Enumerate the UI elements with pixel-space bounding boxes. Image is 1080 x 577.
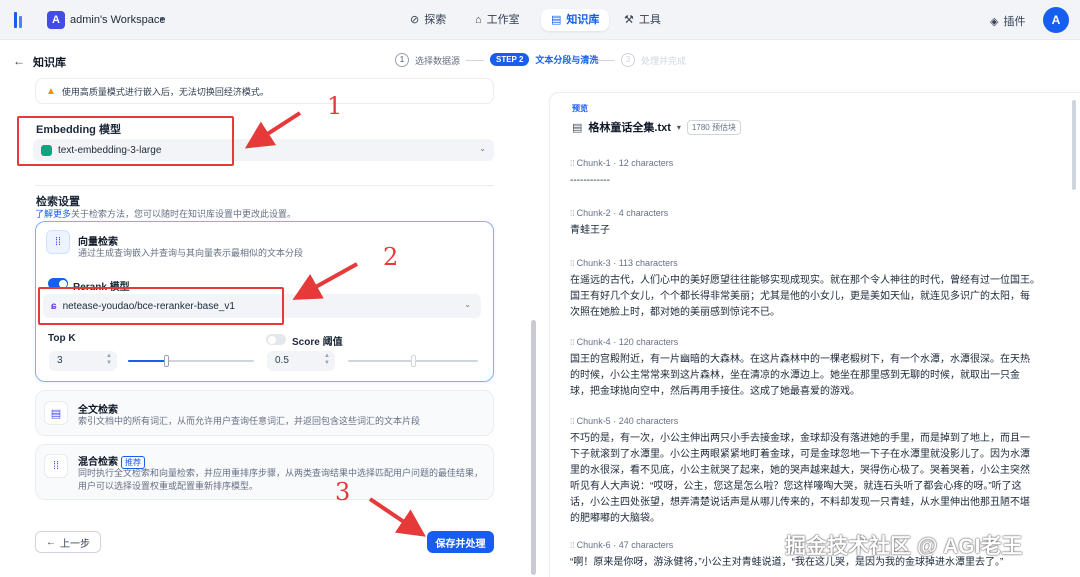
annotation-arrow-1: [244, 111, 302, 149]
chunk-icon: ⁞⁞: [570, 541, 577, 550]
chunk-estimate-badge: 1780 预估块: [686, 119, 741, 135]
step-2-label: 文本分段与清洗: [535, 55, 599, 65]
chunk-text: 国王的宫殿附近，有一片幽暗的大森林。在这片森林中的一棵老椴树下，有一个水潭，水潭…: [570, 352, 1070, 400]
chunk-meta: ⁞⁞ Chunk-5 · 240 characters: [570, 416, 679, 426]
chunk-text-line: 里的水很深，看不见底，小公主就哭了起来，她的哭声越来越大，哭得伤心极了。哭着哭着…: [570, 465, 1030, 476]
nav-tools-label: 工具: [638, 14, 661, 26]
chunk-text-line: 听见有人大声说：“哎呀，公主，您这是怎么啦？您这样嚎啕大哭，就连石头听了都会心疼…: [570, 481, 1022, 492]
chunk-text-line: 国王有好几个女儿，个个都长得非常美丽；尤其是他的小女儿，更是美如天仙，就连见多识…: [570, 291, 1030, 302]
chevron-down-icon: ▾: [676, 122, 681, 132]
chunk-label: Chunk-5: [576, 416, 611, 426]
chunk-meta: ⁞⁞ Chunk-4 · 120 characters: [570, 337, 679, 347]
chunk-label: Chunk-6: [576, 540, 611, 550]
chunk-text-line: 不巧的是，有一次，小公主伸出两只小手去接金球，金球却没有落进她的手里，而是掉到了…: [570, 433, 1030, 444]
chunk-text-line: ------------: [570, 175, 610, 186]
chunk-icon: ⁞⁞: [570, 159, 577, 168]
chunk-char-count: 12 characters: [618, 158, 674, 168]
nav-knowledge[interactable]: ▤ 知识库: [541, 9, 610, 31]
chunk-item[interactable]: ⁞⁞ Chunk-1 · 12 characters ------------: [570, 156, 1070, 189]
cube-icon: ◈: [990, 15, 999, 28]
step-3-number: 3: [621, 53, 635, 67]
chunk-icon: ⁞⁞: [570, 209, 577, 218]
chunk-icon: ⁞⁞: [570, 417, 577, 426]
chunk-char-count: 113 characters: [618, 258, 678, 268]
chunk-text-line: 球，把金球抛向空中，然后再用手接住。这成了她最喜爱的游戏。: [570, 386, 860, 397]
chunk-char-count: 240 characters: [618, 416, 679, 426]
chunk-text: 不巧的是，有一次，小公主伸出两只小手去接金球，金球却没有落进她的手里，而是掉到了…: [570, 431, 1070, 527]
file-text-icon: ▤: [572, 121, 583, 134]
chunk-meta: ⁞⁞ Chunk-1 · 12 characters: [570, 158, 674, 168]
chunk-text: 在遥远的古代，人们心中的美好愿望往往能够实现成现实。就在那个令人神往的时代，曾经…: [570, 273, 1070, 321]
chunk-label: Chunk-2: [576, 208, 611, 218]
chunk-text-line: 的时候，小公主常常来到这片森林，坐在清凉的水潭边上。她坐在那里感到无聊的时候，就…: [570, 370, 1020, 381]
chunk-label: Chunk-1: [576, 158, 611, 168]
nav-tools[interactable]: ⚒ 工具: [614, 9, 671, 31]
chunk-text-line: 下子就滚到了水潭里。小公主两眼紧紧地盯着金球，可是金球忽地一下子在水潭里就没影儿…: [570, 449, 1030, 460]
chunk-label: Chunk-3: [576, 258, 611, 268]
chunk-item[interactable]: ⁞⁞ Chunk-4 · 120 characters 国王的宫殿附近，有一片幽暗…: [570, 335, 1070, 400]
book-icon: ▤: [551, 14, 562, 26]
preview-panel: 预览 ▤ 格林童话全集.txt ▾ 1780 预估块 ⁞⁞ Chunk-1 · …: [549, 92, 1080, 577]
annotation-arrow-3: [368, 497, 426, 537]
chunk-char-count: 47 characters: [618, 540, 674, 550]
watermark: 掘金技术社区 @ AGI老王: [785, 535, 1023, 558]
file-name: 格林童话全集.txt: [588, 122, 671, 134]
chunk-char-count: 4 characters: [618, 208, 669, 218]
plugins-button[interactable]: ◈ 插件: [990, 13, 1025, 29]
plugins-label: 插件: [1003, 16, 1026, 28]
chunk-text-line: 话，小公主四处张望，想弄清楚说话声是从哪儿传来的，不料却发现一只青蛙，从水里伸出…: [570, 497, 1030, 508]
annotation-arrow-2: [292, 262, 358, 300]
chunk-meta: ⁞⁞ Chunk-3 · 113 characters: [570, 258, 678, 268]
chunk-text-line: 青蛙王子: [570, 225, 610, 236]
chunk-item[interactable]: ⁞⁞ Chunk-2 · 4 characters 青蛙王子: [570, 206, 1070, 239]
chunk-icon: ⁞⁞: [570, 338, 577, 347]
chunk-text: 青蛙王子: [570, 223, 1070, 239]
chunk-char-count: 120 characters: [618, 337, 679, 347]
chunk-item[interactable]: ⁞⁞ Chunk-5 · 240 characters 不巧的是，有一次，小公主伸…: [570, 414, 1070, 527]
chunk-item[interactable]: ⁞⁞ Chunk-3 · 113 characters 在遥远的古代，人们心中的美…: [570, 256, 1070, 321]
step-3-label: 处理并完成: [641, 55, 687, 66]
user-avatar[interactable]: A: [1043, 7, 1069, 33]
right-panel-scrollbar[interactable]: [1072, 100, 1076, 190]
chunk-text-line: 次照在她脸上时，都对她的美丽感到惊诧不已。: [570, 307, 780, 318]
step-connector: [597, 60, 615, 61]
chunk-text-line: 国王的宫殿附近，有一片幽暗的大森林。在这片森林中的一棵老椴树下，有一个水潭，水潭…: [570, 354, 1030, 365]
chunk-text-line: 在遥远的古代，人们心中的美好愿望往往能够实现成现实。就在那个令人神往的时代，曾经…: [570, 275, 1040, 286]
tool-icon: ⚒: [624, 14, 634, 26]
chunk-text: ------------: [570, 173, 1070, 189]
chunk-label: Chunk-4: [576, 337, 611, 347]
step-3: 3 处理并完成: [621, 53, 686, 67]
file-selector[interactable]: ▤ 格林童话全集.txt ▾ 1780 预估块: [572, 119, 741, 135]
chunk-text-line: 的肥嘟嘟的大脑袋。: [570, 513, 660, 524]
chunk-icon: ⁞⁞: [570, 259, 577, 268]
annotation-arrows: [244, 111, 426, 537]
preview-tag: 预览: [572, 104, 588, 113]
nav-knowledge-label: 知识库: [566, 14, 600, 26]
chunk-meta: ⁞⁞ Chunk-2 · 4 characters: [570, 208, 669, 218]
